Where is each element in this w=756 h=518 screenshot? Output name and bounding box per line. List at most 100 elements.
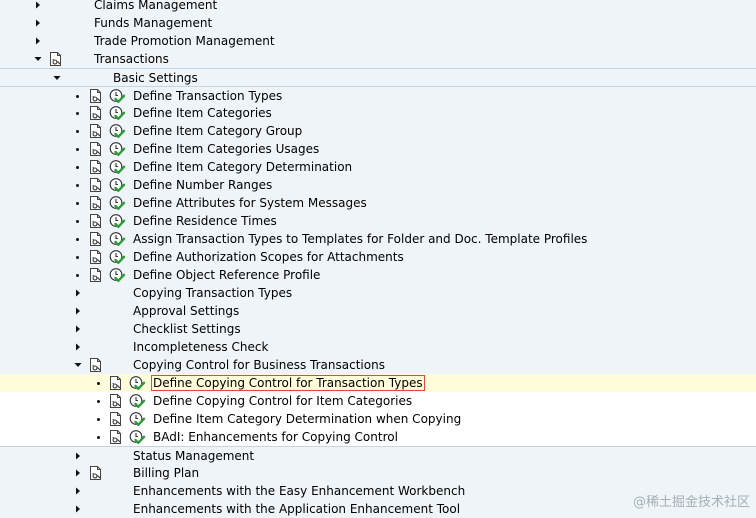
tree-node[interactable]: Funds Management <box>0 14 756 32</box>
execute-clock-check-icon[interactable] <box>109 177 125 193</box>
tree-node-label[interactable]: Copying Control for Business Transaction… <box>133 358 385 372</box>
tree-node[interactable]: Copying Control for Business Transaction… <box>0 356 756 374</box>
tree-node-label[interactable]: Status Management <box>133 449 254 463</box>
tree-node[interactable]: Define Object Reference Profile <box>0 266 756 284</box>
tree-node[interactable]: Checklist Settings <box>0 320 756 338</box>
tree-node[interactable]: Status Management <box>0 446 756 464</box>
triangle-right-icon[interactable] <box>73 486 83 496</box>
execute-clock-check-icon[interactable] <box>109 141 125 157</box>
tree-node[interactable]: Define Item Category Determination when … <box>0 410 756 428</box>
tree-node[interactable]: Define Item Categories <box>0 104 756 122</box>
documentation-icon[interactable] <box>88 465 104 481</box>
tree-node[interactable]: Billing Plan <box>0 464 756 482</box>
execute-clock-check-icon[interactable] <box>129 411 145 427</box>
documentation-icon[interactable] <box>88 249 104 265</box>
documentation-icon[interactable] <box>108 393 124 409</box>
documentation-icon[interactable] <box>88 231 104 247</box>
tree-node-label[interactable]: Define Item Category Group <box>133 124 302 138</box>
documentation-icon[interactable] <box>88 177 104 193</box>
tree-node[interactable]: Define Transaction Types <box>0 86 756 104</box>
documentation-icon[interactable] <box>108 375 124 391</box>
documentation-icon[interactable] <box>88 105 104 121</box>
documentation-icon[interactable] <box>88 141 104 157</box>
tree-node[interactable]: Copying Transaction Types <box>0 284 756 302</box>
triangle-right-icon[interactable] <box>73 451 83 461</box>
execute-clock-check-icon[interactable] <box>109 195 125 211</box>
triangle-down-icon[interactable] <box>52 73 62 83</box>
tree-node[interactable]: Define Copying Control for Transaction T… <box>0 374 756 392</box>
tree-node-label[interactable]: Transactions <box>94 52 169 66</box>
triangle-right-icon[interactable] <box>73 342 83 352</box>
tree-node-label[interactable]: Define Copying Control for Transaction T… <box>151 375 425 391</box>
execute-clock-check-icon[interactable] <box>109 231 125 247</box>
tree-node-label[interactable]: Copying Transaction Types <box>133 286 292 300</box>
tree-node[interactable]: Claims Management <box>0 0 756 14</box>
tree-node-label[interactable]: Define Copying Control for Item Categori… <box>153 394 412 408</box>
tree-node-label[interactable]: Approval Settings <box>133 304 239 318</box>
tree-node[interactable]: Define Authorization Scopes for Attachme… <box>0 248 756 266</box>
tree-node-label[interactable]: BAdI: Enhancements for Copying Control <box>153 430 398 444</box>
tree-node-label[interactable]: Claims Management <box>94 0 217 12</box>
documentation-icon[interactable] <box>108 411 124 427</box>
tree-node[interactable]: Define Residence Times <box>0 212 756 230</box>
triangle-right-icon[interactable] <box>73 468 83 478</box>
documentation-icon[interactable] <box>108 429 124 445</box>
triangle-right-icon[interactable] <box>33 36 43 46</box>
tree-node-label[interactable]: Define Item Category Determination <box>133 160 352 174</box>
tree-node[interactable]: Define Item Category Group <box>0 122 756 140</box>
tree-node-label[interactable]: Trade Promotion Management <box>94 34 275 48</box>
triangle-right-icon[interactable] <box>73 306 83 316</box>
tree-node-label[interactable]: Funds Management <box>94 16 212 30</box>
tree-node-label[interactable]: Assign Transaction Types to Templates fo… <box>133 232 587 246</box>
execute-clock-check-icon[interactable] <box>109 213 125 229</box>
execute-clock-check-icon[interactable] <box>109 267 125 283</box>
triangle-right-icon[interactable] <box>73 288 83 298</box>
documentation-icon[interactable] <box>88 123 104 139</box>
tree-node[interactable]: Define Copying Control for Item Categori… <box>0 392 756 410</box>
triangle-down-icon[interactable] <box>73 360 83 370</box>
tree-node-label[interactable]: Define Object Reference Profile <box>133 268 320 282</box>
execute-clock-check-icon[interactable] <box>129 429 145 445</box>
tree-node-label[interactable]: Define Item Categories Usages <box>133 142 319 156</box>
tree-node[interactable]: Basic Settings <box>0 68 756 86</box>
execute-clock-check-icon[interactable] <box>129 375 145 391</box>
execute-clock-check-icon[interactable] <box>109 159 125 175</box>
tree-node[interactable]: Define Item Category Determination <box>0 158 756 176</box>
documentation-icon[interactable] <box>48 51 64 67</box>
triangle-right-icon[interactable] <box>33 0 43 10</box>
documentation-icon[interactable] <box>88 159 104 175</box>
tree-node[interactable]: Transactions <box>0 50 756 68</box>
triangle-down-icon[interactable] <box>33 54 43 64</box>
tree-node[interactable]: Approval Settings <box>0 302 756 320</box>
documentation-icon[interactable] <box>88 357 104 373</box>
documentation-icon[interactable] <box>88 267 104 283</box>
tree-node[interactable]: Define Attributes for System Messages <box>0 194 756 212</box>
tree-node[interactable]: Define Number Ranges <box>0 176 756 194</box>
execute-clock-check-icon[interactable] <box>109 249 125 265</box>
tree-node[interactable]: Trade Promotion Management <box>0 32 756 50</box>
documentation-icon[interactable] <box>88 88 104 104</box>
tree-node-label[interactable]: Billing Plan <box>133 466 199 480</box>
tree-node-label[interactable]: Define Item Category Determination when … <box>153 412 461 426</box>
tree-node-label[interactable]: Incompleteness Check <box>133 340 268 354</box>
execute-clock-check-icon[interactable] <box>109 123 125 139</box>
tree-node-label[interactable]: Define Number Ranges <box>133 178 272 192</box>
tree-node-label[interactable]: Define Residence Times <box>133 214 277 228</box>
execute-clock-check-icon[interactable] <box>109 88 125 104</box>
execute-clock-check-icon[interactable] <box>129 393 145 409</box>
documentation-icon[interactable] <box>88 195 104 211</box>
tree-node-label[interactable]: Define Attributes for System Messages <box>133 196 367 210</box>
triangle-right-icon[interactable] <box>73 324 83 334</box>
tree-node-label[interactable]: Define Transaction Types <box>133 89 282 103</box>
triangle-right-icon[interactable] <box>33 18 43 28</box>
tree-node[interactable]: Define Item Categories Usages <box>0 140 756 158</box>
tree-node[interactable]: Incompleteness Check <box>0 338 756 356</box>
tree-node[interactable]: Assign Transaction Types to Templates fo… <box>0 230 756 248</box>
tree-node-label[interactable]: Define Item Categories <box>133 106 272 120</box>
tree-node-label[interactable]: Define Authorization Scopes for Attachme… <box>133 250 404 264</box>
documentation-icon[interactable] <box>88 213 104 229</box>
tree-node-label[interactable]: Enhancements with the Easy Enhancement W… <box>133 484 465 498</box>
triangle-right-icon[interactable] <box>73 504 83 514</box>
tree-node[interactable]: BAdI: Enhancements for Copying Control <box>0 428 756 446</box>
execute-clock-check-icon[interactable] <box>109 105 125 121</box>
